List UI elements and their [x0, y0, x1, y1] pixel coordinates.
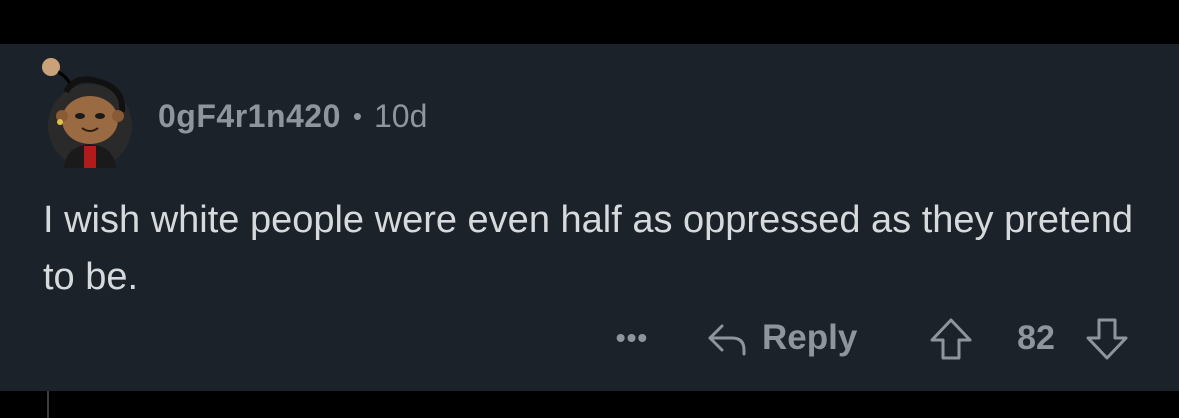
comment-body: I wish white people were even half as op… — [43, 199, 1133, 298]
user-avatar[interactable] — [36, 52, 136, 168]
upvote-button[interactable] — [928, 316, 974, 362]
vote-score: 82 — [1017, 318, 1055, 357]
comment-actions: ••• Reply 82 — [0, 312, 1179, 364]
reply-button[interactable]: Reply — [704, 314, 857, 362]
upvote-arrow-icon — [930, 318, 972, 360]
downvote-arrow-icon — [1086, 318, 1128, 360]
avatar-icon — [42, 58, 132, 168]
more-options-button[interactable]: ••• — [610, 318, 654, 358]
thread-line — [47, 391, 49, 418]
top-strip — [0, 0, 1179, 20]
reply-label: Reply — [762, 318, 858, 357]
page: 0gF4r1n420 • 10d I wish white people wer… — [0, 0, 1179, 418]
downvote-button[interactable] — [1084, 316, 1130, 362]
comment-age: 10d — [373, 97, 428, 134]
username-link[interactable]: 0gF4r1n420 — [158, 98, 341, 135]
comment-meta: 0gF4r1n420 • 10d — [158, 96, 427, 136]
meta-separator: • — [352, 100, 362, 131]
reply-arrow-icon — [708, 324, 746, 356]
